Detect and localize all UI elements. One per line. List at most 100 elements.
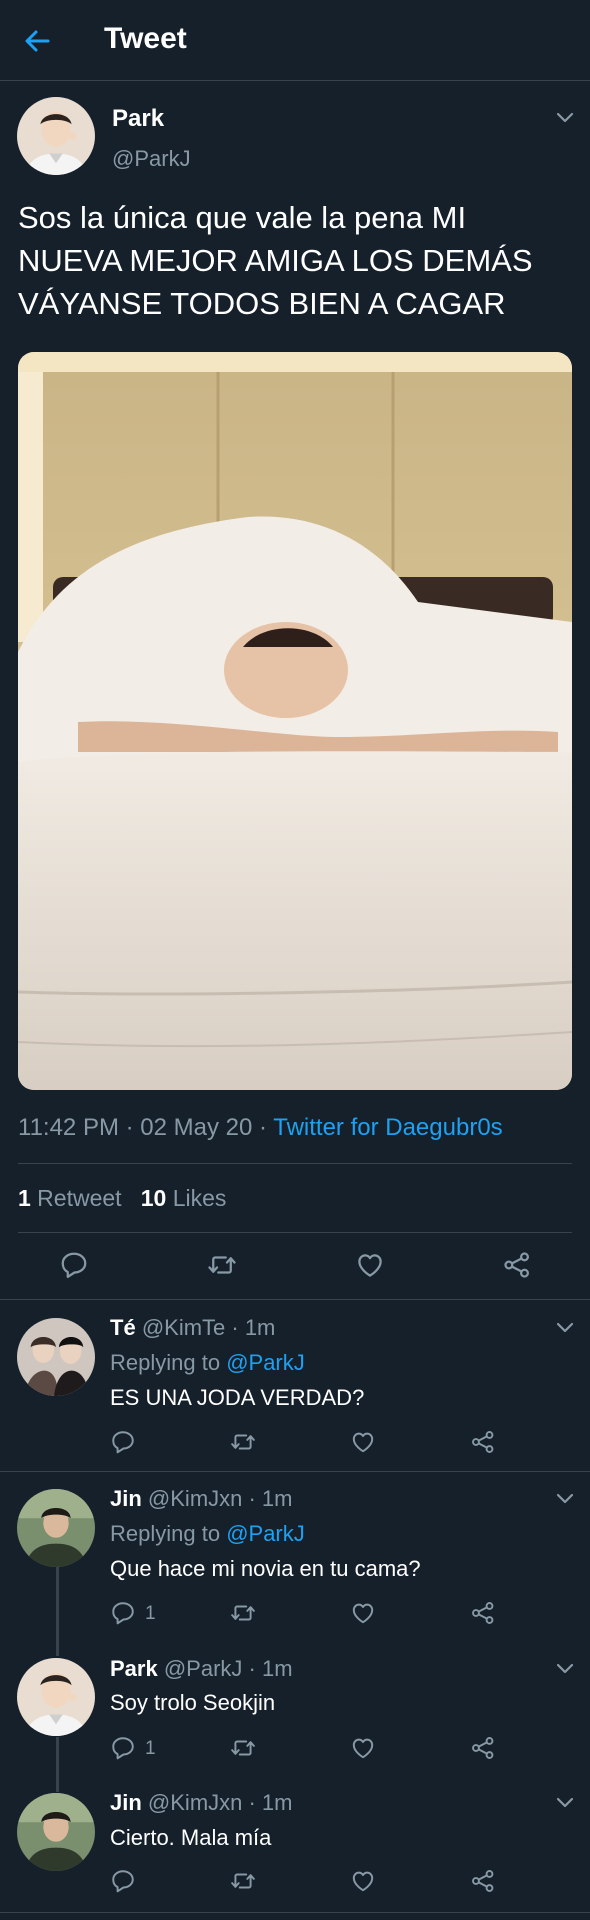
divider	[0, 1299, 590, 1300]
retweets-stat[interactable]: 1 Retweet	[18, 1185, 122, 1211]
like-button[interactable]	[350, 1429, 376, 1455]
reply-header: Té @KimTe · 1m	[110, 1313, 275, 1343]
reply-handle: @ParkJ · 1m	[163, 1656, 293, 1681]
tweet-text-line: NUEVA MEJOR AMIGA LOS DEMÁS	[18, 243, 533, 278]
thread-connector	[56, 1737, 59, 1792]
replying-to-label: Replying to	[110, 1350, 227, 1375]
reply-text: Soy trolo Seokjin	[110, 1690, 276, 1715]
retweets-count: 1	[18, 1185, 31, 1211]
retweet-icon	[230, 1735, 256, 1761]
like-button[interactable]	[350, 1868, 376, 1894]
likes-count: 10	[140, 1185, 167, 1211]
reply-icon	[110, 1429, 136, 1455]
author-name[interactable]: Park	[112, 105, 164, 133]
reply-button[interactable]	[110, 1600, 136, 1626]
reply-button[interactable]	[110, 1429, 136, 1455]
reply-author-name[interactable]: Jin	[110, 1790, 142, 1815]
retweet-icon	[207, 1250, 237, 1280]
reply-text: Cierto. Mala mía	[110, 1825, 272, 1850]
retweet-button[interactable]	[230, 1429, 256, 1455]
chevron-down-icon[interactable]	[555, 111, 575, 125]
reply-icon	[110, 1735, 136, 1761]
divider	[18, 1163, 572, 1164]
like-button[interactable]	[350, 1600, 376, 1626]
chevron-down-icon[interactable]	[555, 1796, 575, 1810]
divider	[0, 1912, 590, 1913]
avatar[interactable]	[17, 1793, 95, 1871]
like-button[interactable]	[350, 1735, 376, 1761]
replying-to-link[interactable]: @ParkJ	[226, 1350, 305, 1375]
divider	[0, 1471, 590, 1472]
share-button[interactable]	[470, 1868, 496, 1894]
like-button[interactable]	[355, 1250, 385, 1280]
share-button[interactable]	[470, 1735, 496, 1761]
retweet-icon	[230, 1868, 256, 1894]
retweet-button[interactable]	[230, 1600, 256, 1626]
reply-icon	[110, 1868, 136, 1894]
reply-icon	[110, 1600, 136, 1626]
retweet-button[interactable]	[230, 1735, 256, 1761]
share-icon	[470, 1735, 496, 1761]
share-icon	[470, 1600, 496, 1626]
like-icon	[350, 1600, 376, 1626]
thread-connector	[56, 1567, 59, 1656]
reply-handle: @KimJxn · 1m	[147, 1790, 293, 1815]
reply-author-name[interactable]: Té	[110, 1315, 136, 1340]
replying-to-link[interactable]: @ParkJ	[226, 1521, 305, 1546]
tweet-text: Sos la única que vale la pena MI NUEVA M…	[18, 196, 578, 325]
reply-author-name[interactable]: Jin	[110, 1486, 142, 1511]
reply-author-name[interactable]: Park	[110, 1656, 158, 1681]
reply-handle: @KimTe · 1m	[141, 1315, 276, 1340]
like-icon	[350, 1868, 376, 1894]
share-icon	[470, 1429, 496, 1455]
tweet-photo[interactable]	[18, 352, 572, 1090]
reply-button[interactable]	[59, 1250, 89, 1280]
avatar[interactable]	[17, 1658, 95, 1736]
chevron-down-icon[interactable]	[555, 1492, 575, 1506]
tweet-text-line: Sos la única que vale la pena MI	[18, 200, 467, 235]
like-icon	[355, 1250, 385, 1280]
tweet-text-line: VÁYANSE TODOS BIEN A CAGAR	[18, 286, 506, 321]
avatar[interactable]	[17, 1489, 95, 1567]
reply-header: Jin @KimJxn · 1m	[110, 1788, 293, 1818]
reply-text: Que hace mi novia en tu cama?	[110, 1556, 421, 1581]
avatar[interactable]	[17, 97, 95, 175]
chevron-down-icon[interactable]	[555, 1662, 575, 1676]
like-icon	[350, 1735, 376, 1761]
likes-stat[interactable]: 10 Likes	[141, 1185, 227, 1211]
avatar[interactable]	[17, 1318, 95, 1396]
reply-count: 1	[145, 1738, 156, 1759]
reply-header: Park @ParkJ · 1m	[110, 1654, 293, 1684]
reply-button[interactable]	[110, 1868, 136, 1894]
author-handle[interactable]: @ParkJ	[112, 146, 191, 172]
reply-handle: @KimJxn · 1m	[147, 1486, 293, 1511]
retweet-icon	[230, 1429, 256, 1455]
replying-to: Replying to @ParkJ	[110, 1519, 305, 1549]
source-link[interactable]: Twitter for Daegubr0s	[273, 1114, 502, 1141]
likes-label: Likes	[166, 1185, 227, 1211]
tweet-timestamp: 11:42 PM · 02 May 20 · Twitter for Daegu…	[18, 1114, 503, 1142]
reply-header: Jin @KimJxn · 1m	[110, 1484, 293, 1514]
share-button[interactable]	[502, 1250, 532, 1280]
divider	[18, 1232, 572, 1233]
retweet-button[interactable]	[207, 1250, 237, 1280]
like-icon	[350, 1429, 376, 1455]
share-button[interactable]	[470, 1429, 496, 1455]
share-icon	[502, 1250, 532, 1280]
replying-to-label: Replying to	[110, 1521, 227, 1546]
engagement-stats: 1 Retweet 10 Likes	[18, 1185, 226, 1212]
top-bar: Tweet	[0, 0, 590, 81]
share-icon	[470, 1868, 496, 1894]
retweet-icon	[230, 1600, 256, 1626]
reply-button[interactable]	[110, 1735, 136, 1761]
share-button[interactable]	[470, 1600, 496, 1626]
reply-text: ES UNA JODA VERDAD?	[110, 1385, 365, 1410]
chevron-down-icon[interactable]	[555, 1321, 575, 1335]
replying-to: Replying to @ParkJ	[110, 1348, 305, 1378]
page-title: Tweet	[104, 22, 187, 55]
back-arrow-icon[interactable]	[22, 26, 52, 56]
reply-icon	[59, 1250, 89, 1280]
retweets-label: Retweet	[30, 1185, 122, 1211]
reply-count: 1	[145, 1603, 156, 1624]
retweet-button[interactable]	[230, 1868, 256, 1894]
